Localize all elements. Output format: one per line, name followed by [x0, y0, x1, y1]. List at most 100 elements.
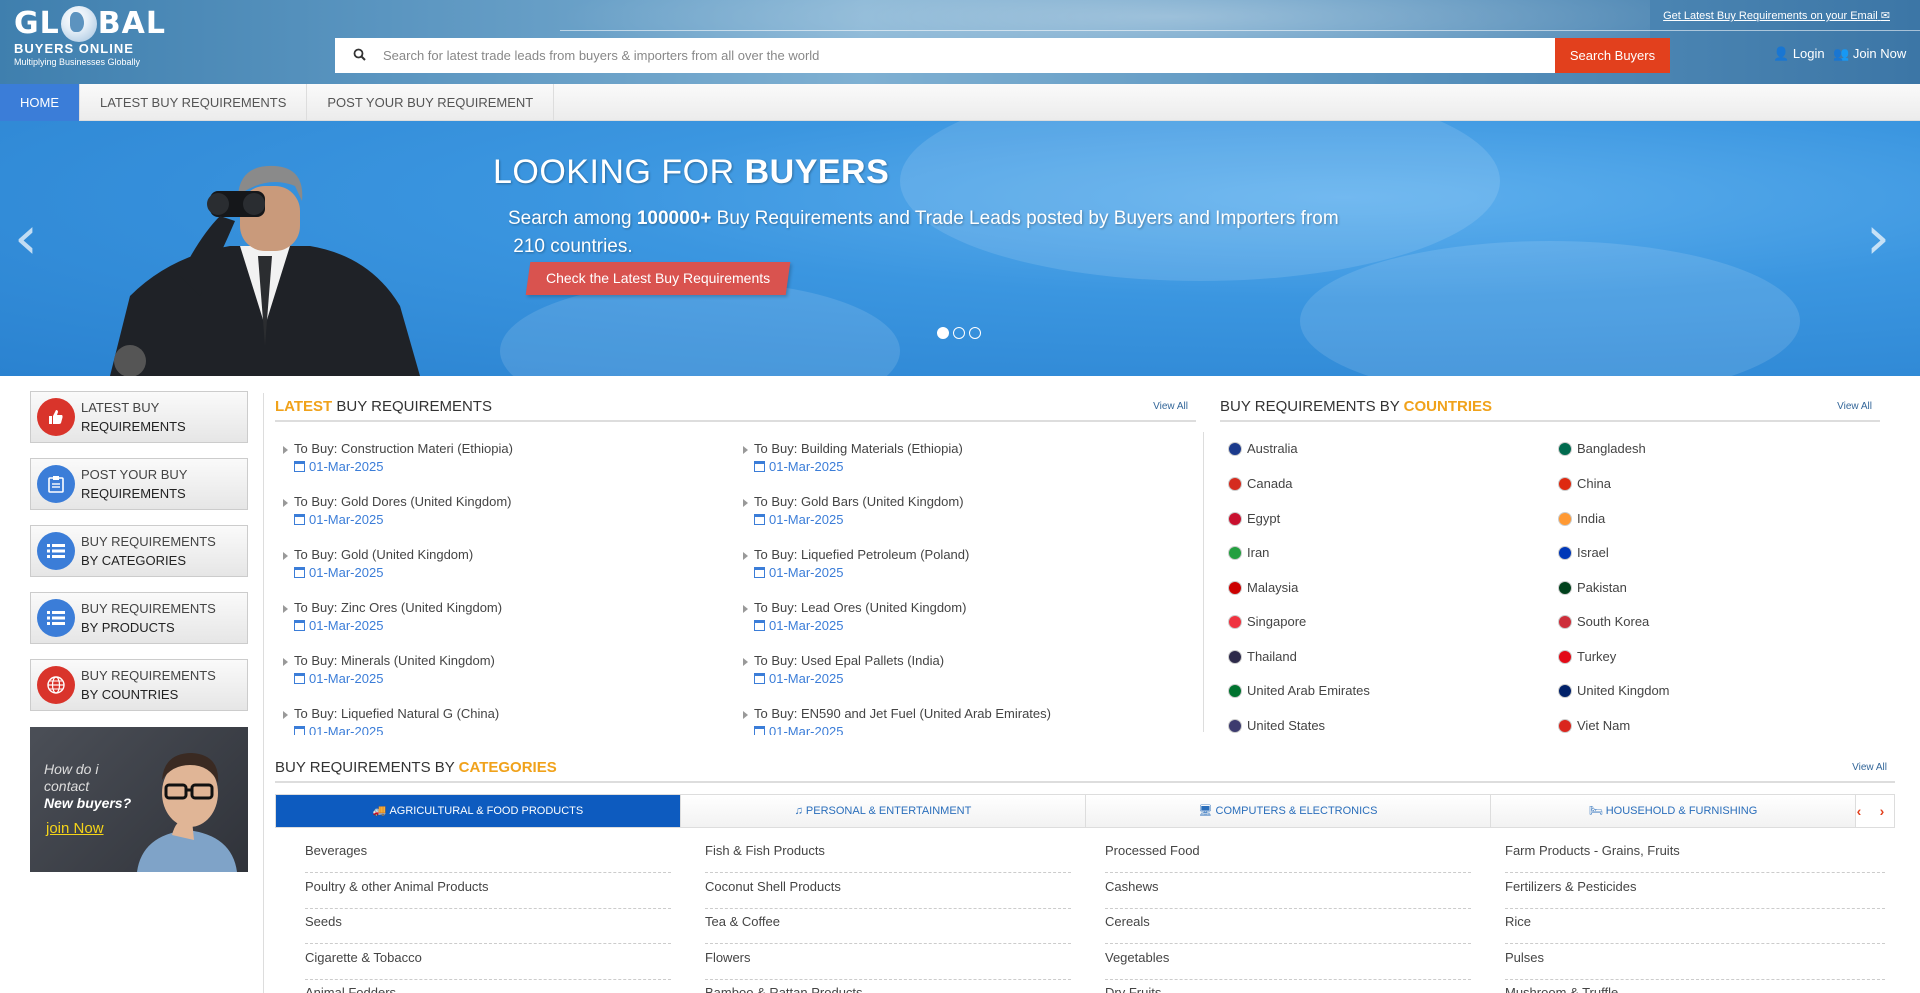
tab-agricultural-food[interactable]: 🚚 AGRICULTURAL & FOOD PRODUCTS: [276, 795, 681, 827]
search-icon: [335, 48, 383, 64]
sidebar-buy-requirements-by-countries[interactable]: BUY REQUIREMENTS BY COUNTRIES: [30, 659, 248, 711]
promo-join-link[interactable]: join Now: [46, 820, 104, 837]
country-item[interactable]: Pakistan: [1558, 579, 1627, 597]
slider-dot[interactable]: [969, 327, 981, 339]
country-item[interactable]: Egypt: [1228, 510, 1280, 528]
category-item[interactable]: Processed Food: [1105, 837, 1471, 873]
category-item[interactable]: Coconut Shell Products: [705, 873, 1071, 909]
lead-item[interactable]: To Buy: Liquefied Petroleum (Poland) 01-M…: [743, 546, 969, 582]
logo[interactable]: GL BAL BUYERS ONLINE Multiplying Busines…: [14, 6, 184, 78]
lead-item[interactable]: To Buy: Minerals (United Kingdom) 01-Mar-…: [283, 652, 495, 688]
category-item[interactable]: Vegetables: [1105, 944, 1471, 980]
category-item[interactable]: Cereals: [1105, 908, 1471, 944]
tab-personal-entertainment[interactable]: ♫ PERSONAL & ENTERTAINMENT: [681, 795, 1086, 827]
country-item[interactable]: Singapore: [1228, 613, 1306, 631]
join-promo-banner[interactable]: How do i contact New buyers? join Now: [30, 727, 248, 872]
email-alert-link[interactable]: Get Latest Buy Requirements on your Emai…: [1663, 9, 1890, 22]
tab-computers-electronics[interactable]: 🖥 COMPUTERS & ELECTRONICS: [1086, 795, 1491, 827]
user-plus-icon: 👥: [1833, 46, 1850, 61]
slider-dot[interactable]: [937, 327, 949, 339]
country-item[interactable]: China: [1558, 475, 1611, 493]
country-item[interactable]: Canada: [1228, 475, 1293, 493]
lead-title: To Buy: Gold Bars (United Kingdom): [743, 493, 964, 511]
category-item[interactable]: Mushroom & Truffle: [1505, 979, 1885, 993]
country-item[interactable]: Turkey: [1558, 648, 1616, 666]
category-item[interactable]: Beverages: [305, 837, 671, 873]
category-item[interactable]: Pulses: [1505, 944, 1885, 980]
latest-view-all-link[interactable]: View All: [1153, 392, 1188, 422]
country-item[interactable]: United Kingdom: [1558, 682, 1670, 700]
check-latest-requirements-button[interactable]: Check the Latest Buy Requirements: [525, 262, 791, 295]
tabs-prev-button[interactable]: ‹: [1848, 794, 1870, 828]
lead-item[interactable]: To Buy: EN590 and Jet Fuel (United Arab …: [743, 705, 1051, 735]
lead-item[interactable]: To Buy: Liquefied Natural G (China) 01-Ma…: [283, 705, 499, 735]
country-name: United Kingdom: [1577, 683, 1670, 698]
lead-item[interactable]: To Buy: Gold Bars (United Kingdom) 01-Mar…: [743, 493, 964, 529]
category-item[interactable]: Dry Fruits: [1105, 979, 1471, 993]
lead-item[interactable]: To Buy: Construction Materi (Ethiopia) 01…: [283, 440, 513, 476]
latest-requirements-heading: LATEST BUY REQUIREMENTS View All: [275, 392, 1196, 422]
category-item[interactable]: Fertilizers & Pesticides: [1505, 873, 1885, 909]
sidebar-buy-requirements-by-products[interactable]: BUY REQUIREMENTS BY PRODUCTS: [30, 592, 248, 644]
country-item[interactable]: Viet Nam: [1558, 717, 1630, 735]
calendar-icon: [754, 620, 765, 631]
country-name: Egypt: [1247, 511, 1281, 526]
lead-item[interactable]: To Buy: Gold (United Kingdom) 01-Mar-2025: [283, 546, 473, 582]
list-icon: [37, 532, 75, 570]
country-item[interactable]: India: [1558, 510, 1605, 528]
calendar-icon: [294, 567, 305, 578]
login-link[interactable]: 👤 Login: [1773, 46, 1825, 62]
country-item[interactable]: South Korea: [1558, 613, 1649, 631]
country-item[interactable]: Israel: [1558, 544, 1609, 562]
country-name: Bangladesh: [1577, 441, 1646, 456]
category-item[interactable]: Rice: [1505, 908, 1885, 944]
countries-view-all-link[interactable]: View All: [1837, 392, 1872, 422]
category-item[interactable]: Tea & Coffee: [705, 908, 1071, 944]
country-item[interactable]: Thailand: [1228, 648, 1297, 666]
sidebar-post-buy-requirements[interactable]: POST YOUR BUY REQUIREMENTS: [30, 458, 248, 510]
country-item[interactable]: Australia: [1228, 440, 1298, 458]
search-buyers-button[interactable]: Search Buyers: [1555, 38, 1670, 73]
country-item[interactable]: United States: [1228, 717, 1325, 735]
user-icon: 👤: [1773, 46, 1790, 61]
logo-text-left: GL: [14, 6, 60, 41]
join-now-link[interactable]: 👥 Join Now: [1833, 46, 1906, 62]
category-item[interactable]: Cigarette & Tobacco: [305, 944, 671, 980]
category-item[interactable]: Animal Fodders: [305, 979, 671, 993]
search-input[interactable]: [383, 38, 1555, 73]
lead-item[interactable]: To Buy: Lead Ores (United Kingdom) 01-Mar…: [743, 599, 966, 635]
category-item[interactable]: Seeds: [305, 908, 671, 944]
country-item[interactable]: United Arab Emirates: [1228, 682, 1370, 700]
country-item[interactable]: Malaysia: [1228, 579, 1298, 597]
hero-prev-arrow[interactable]: ‹: [14, 203, 54, 273]
category-item[interactable]: Farm Products - Grains, Fruits: [1505, 837, 1885, 873]
category-item[interactable]: Bamboo & Rattan Products: [705, 979, 1071, 993]
lead-date: 01-Mar-2025: [743, 564, 969, 582]
category-item[interactable]: Poultry & other Animal Products: [305, 873, 671, 909]
nav-home[interactable]: HOME: [0, 84, 80, 121]
lead-item[interactable]: To Buy: Building Materials (Ethiopia) 01-…: [743, 440, 963, 476]
nav-latest-buy-requirements[interactable]: LATEST BUY REQUIREMENTS: [80, 84, 308, 121]
tabs-next-button[interactable]: ›: [1871, 794, 1893, 828]
sidebar-buy-requirements-by-categories[interactable]: BUY REQUIREMENTS BY CATEGORIES: [30, 525, 248, 577]
lead-item[interactable]: To Buy: Gold Dores (United Kingdom) 01-Ma…: [283, 493, 511, 529]
categories-view-all-link[interactable]: View All: [1852, 753, 1887, 783]
nav-post-buy-requirement[interactable]: POST YOUR BUY REQUIREMENT: [307, 84, 555, 121]
slider-dot[interactable]: [953, 327, 965, 339]
category-item[interactable]: Cashews: [1105, 873, 1471, 909]
lead-item[interactable]: To Buy: Zinc Ores (United Kingdom) 01-Mar…: [283, 599, 502, 635]
lead-item[interactable]: To Buy: Used Epal Pallets (India) 01-Mar-…: [743, 652, 944, 688]
promo-man-image: [137, 753, 237, 872]
hero-text-bold: 100000+: [636, 208, 712, 229]
email-alert-label: Get Latest Buy Requirements on your Emai…: [1663, 10, 1878, 22]
lead-title-text: To Buy: Gold (United Kingdom): [294, 547, 474, 562]
country-item[interactable]: Iran: [1228, 544, 1269, 562]
tab-household-furnishing[interactable]: 🛏 HOUSEHOLD & FURNISHING: [1491, 795, 1856, 827]
hero-text-part2: Buy Requirements and Trade Leads posted …: [716, 208, 1339, 229]
category-item[interactable]: Flowers: [705, 944, 1071, 980]
country-name: Australia: [1247, 441, 1298, 456]
hero-next-arrow[interactable]: ›: [1866, 203, 1906, 273]
country-item[interactable]: Bangladesh: [1558, 440, 1646, 458]
sidebar-latest-buy-requirements[interactable]: LATEST BUY REQUIREMENTS: [30, 391, 248, 443]
category-item[interactable]: Fish & Fish Products: [705, 837, 1071, 873]
